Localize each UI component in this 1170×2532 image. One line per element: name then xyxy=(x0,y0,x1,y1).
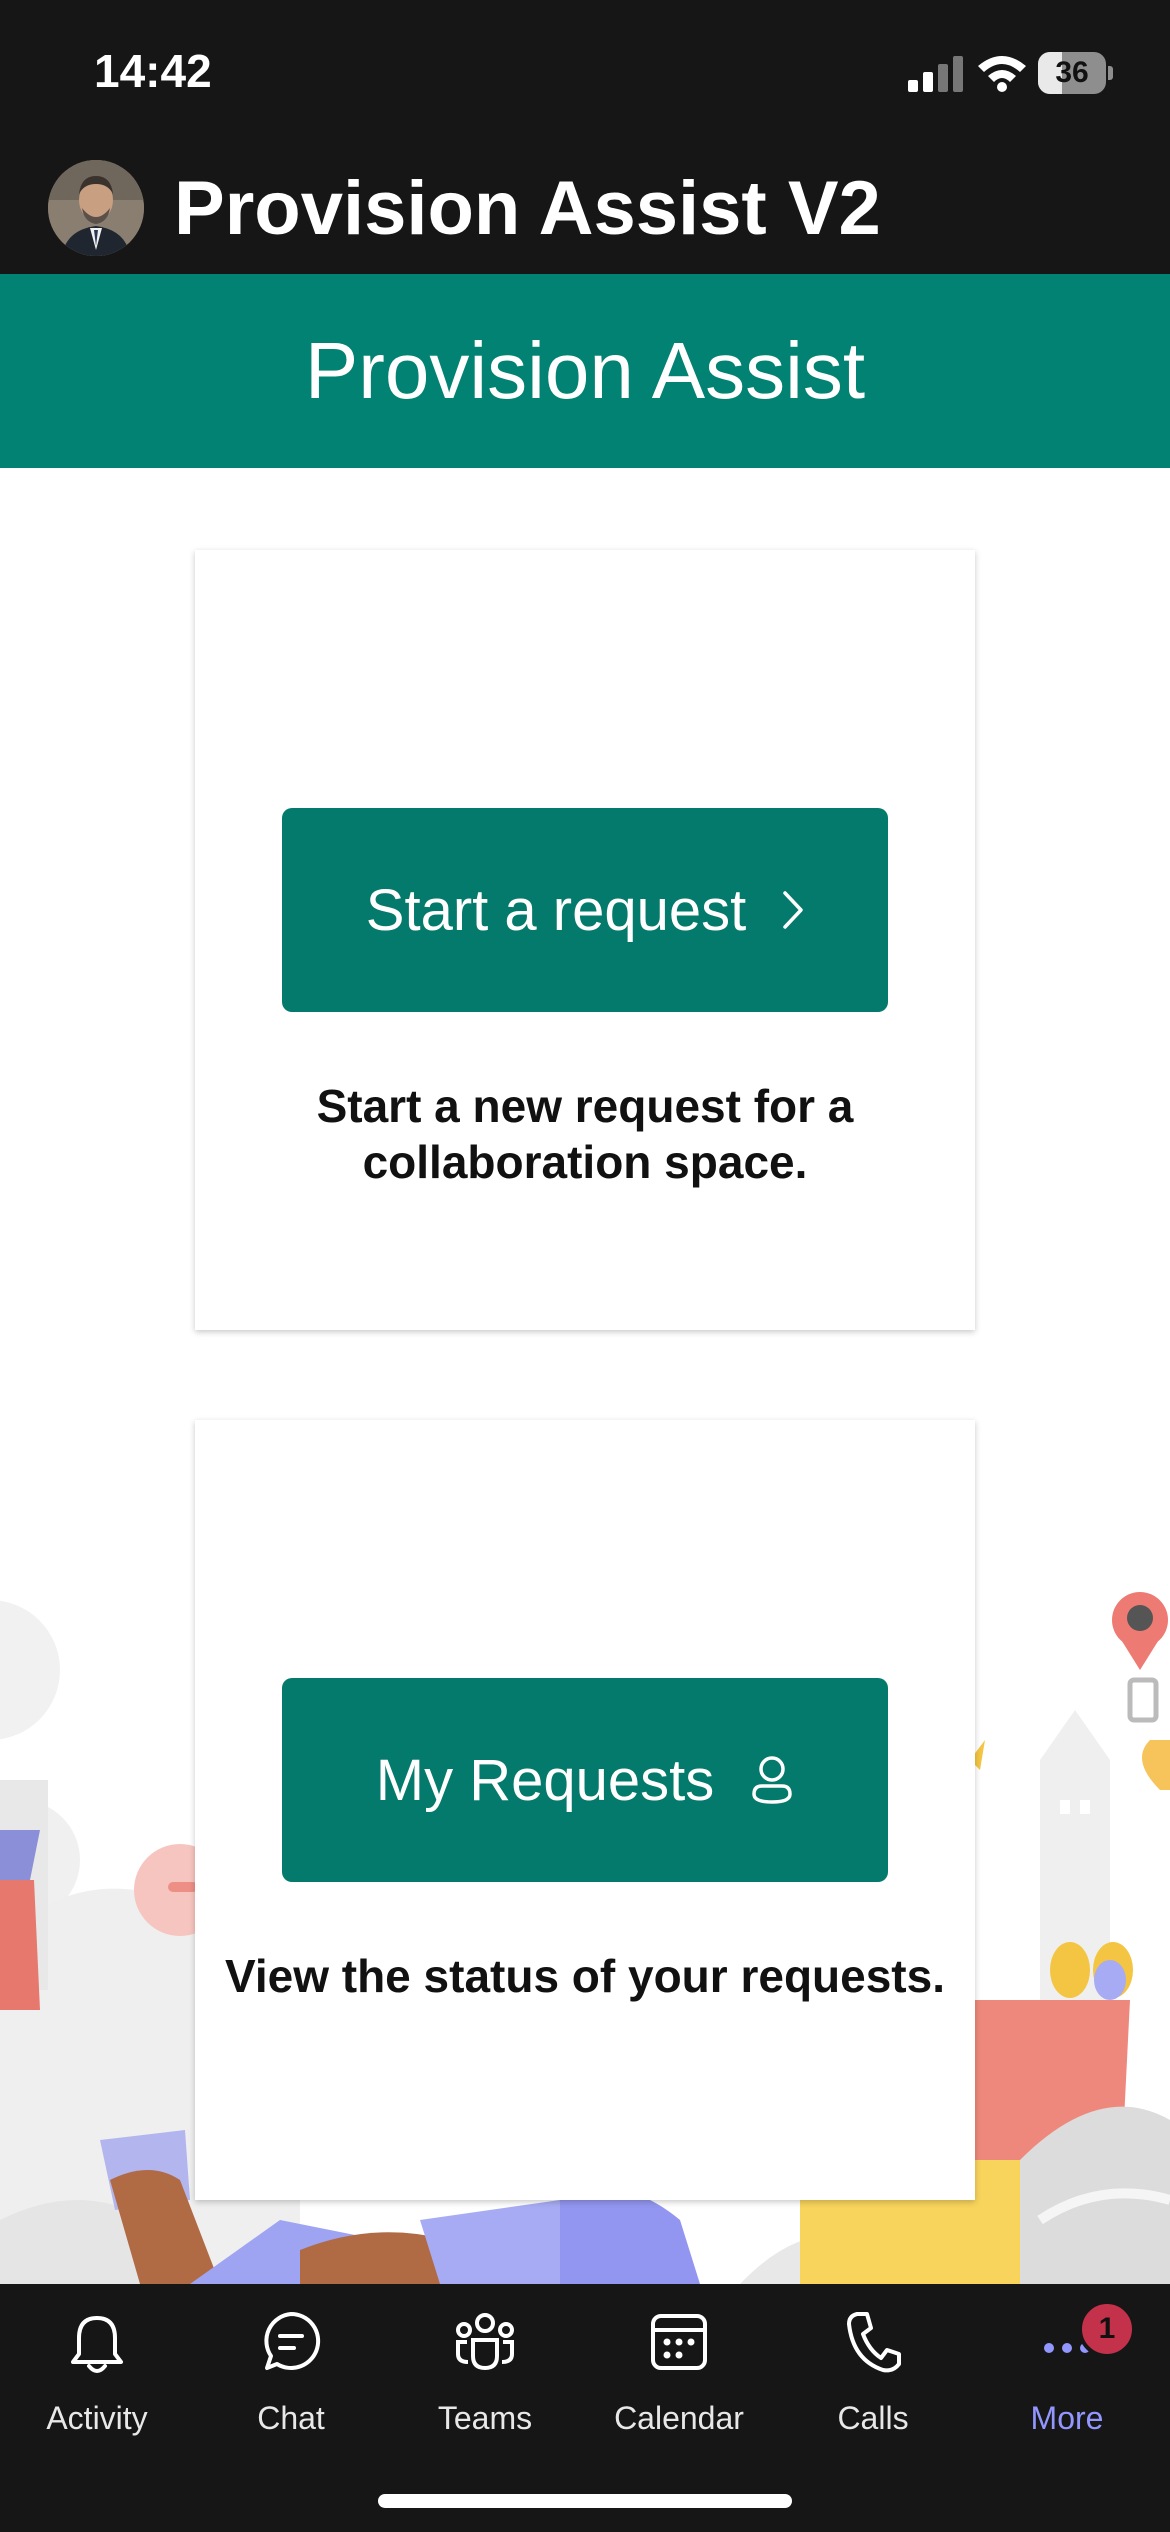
tab-label: More xyxy=(1030,2400,1104,2436)
bell-icon xyxy=(71,2316,123,2373)
person-icon xyxy=(752,1756,792,1804)
calendar-icon xyxy=(651,2314,707,2370)
tab-label: Teams xyxy=(437,2400,533,2436)
banner-title: Provision Assist xyxy=(304,326,866,415)
phone-icon xyxy=(847,2312,901,2373)
wifi-icon xyxy=(978,56,1026,92)
start-request-label: Start a request xyxy=(365,877,747,943)
app-header: Provision Assist V2 xyxy=(0,140,1170,274)
tab-activity[interactable]: Activity xyxy=(0,2308,194,2438)
avatar[interactable] xyxy=(48,160,144,256)
status-bar: 14:42 36 xyxy=(0,0,1170,140)
tab-chat[interactable]: Chat xyxy=(194,2308,388,2438)
start-request-button[interactable]: Start a request xyxy=(282,808,888,1012)
tab-label: Chat xyxy=(257,2400,325,2436)
cellular-signal-icon xyxy=(908,56,963,92)
tab-calls[interactable]: Calls xyxy=(776,2308,970,2438)
notification-badge: 1 xyxy=(1078,2300,1136,2358)
start-request-card: Start a request Start a new request for … xyxy=(195,550,975,1330)
status-time: 14:42 xyxy=(94,45,212,97)
tab-label: Activity xyxy=(46,2400,148,2436)
my-requests-description: View the status of your requests. xyxy=(224,1950,945,2002)
app-title: Provision Assist V2 xyxy=(174,166,881,251)
battery-level: 36 xyxy=(1055,56,1089,89)
home-indicator xyxy=(378,2494,792,2508)
tab-label: Calls xyxy=(837,2400,909,2436)
tab-calendar[interactable]: Calendar xyxy=(582,2308,776,2438)
chevron-right-icon xyxy=(783,891,803,929)
tab-more[interactable]: 1 More xyxy=(970,2300,1164,2438)
my-requests-button[interactable]: My Requests xyxy=(282,1678,888,1882)
my-requests-card: My Requests View the status of your requ… xyxy=(195,1420,975,2200)
start-request-description: Start a new request for a collaboration … xyxy=(316,1080,854,1188)
battery-icon: 36 xyxy=(1038,52,1114,94)
teams-icon xyxy=(456,2313,514,2371)
tab-label: Calendar xyxy=(614,2400,744,2436)
tab-teams[interactable]: Teams xyxy=(388,2308,582,2438)
my-requests-label: My Requests xyxy=(375,1747,715,1813)
header-banner: Provision Assist xyxy=(0,274,1170,468)
chat-icon xyxy=(264,2311,321,2370)
